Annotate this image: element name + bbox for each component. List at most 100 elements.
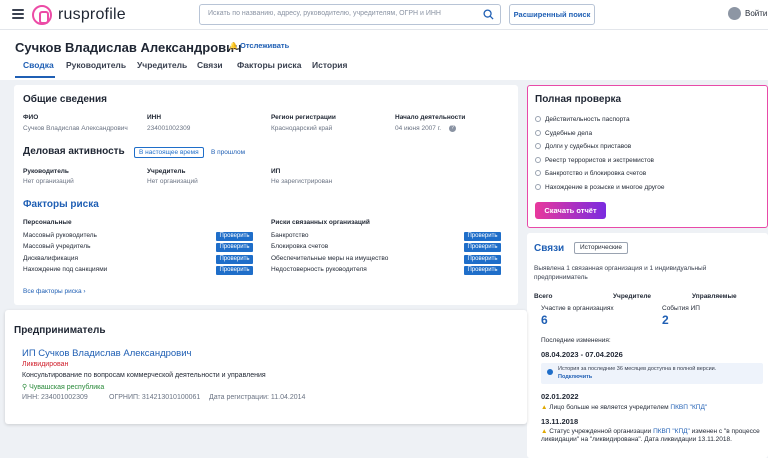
entrepreneur-reg-date: Дата регистрации: 11.04.2014 — [209, 394, 306, 401]
risk-item: Массовый руководитель — [23, 232, 97, 239]
check-button[interactable]: Проверить — [464, 255, 501, 264]
full-check-card: Полная проверка Действительность паспорт… — [527, 85, 768, 228]
check-button[interactable]: Проверить — [216, 243, 253, 252]
participation-label: Участие в организациях — [541, 305, 614, 312]
region-label: Регион регистрации — [271, 114, 336, 121]
risk-item: Недостоверность руководителя — [271, 266, 367, 273]
links-col-founder: Учредителе — [613, 293, 651, 300]
active-tab-indicator — [15, 76, 55, 78]
risk-item: Обеспечительные меры на имущество — [271, 255, 389, 262]
logo-icon[interactable] — [32, 5, 52, 25]
location-icon: ⚲ — [22, 384, 28, 391]
check-icon — [535, 170, 541, 177]
check-icon — [535, 184, 541, 191]
bell-icon: 🔔 — [229, 43, 238, 50]
track-label: Отслеживать — [240, 41, 290, 50]
region: ⚲ Чувашская республика — [22, 384, 105, 391]
menu-icon[interactable] — [12, 9, 24, 19]
check-button[interactable]: Проверить — [464, 232, 501, 241]
search-placeholder: Искать по названию, адресу, руководителю… — [208, 10, 441, 17]
check-button[interactable]: Проверить — [464, 243, 501, 252]
track-button[interactable]: 🔔 Отслеживать — [229, 41, 289, 51]
check-item: Нахождение в розыске и многое другое — [535, 184, 665, 191]
tab-head[interactable]: Руководитель — [66, 60, 126, 70]
check-item: Действительность паспорта — [535, 116, 630, 123]
personal-label: Персональные — [23, 219, 72, 226]
entrepreneur-title: Предприниматель — [14, 325, 106, 336]
entrepreneur-name-link[interactable]: ИП Сучков Владислав Александрович — [22, 348, 191, 359]
summary-card: Общие сведения ФИО Сучков Владислав Алек… — [14, 85, 518, 305]
links-col-total: Всего — [534, 293, 553, 300]
check-icon — [535, 116, 541, 123]
toggle-past[interactable]: В прошлом — [211, 149, 245, 156]
risk-item: Дисквалификация — [23, 255, 78, 262]
check-item: Банкротство и блокировка счетов — [535, 170, 646, 177]
risk-title[interactable]: Факторы риска — [23, 199, 99, 210]
related-label: Риски связанных организаций — [271, 219, 370, 226]
activity: Консультирование по вопросам коммерческо… — [22, 372, 266, 379]
inn-label: ИНН — [147, 114, 162, 121]
page-header — [0, 30, 768, 80]
page-title: Сучков Владислав Александрович — [15, 40, 242, 55]
fio-value: Сучков Владислав Александрович — [23, 125, 128, 132]
check-item: Судебные дела — [535, 130, 592, 137]
download-report-button[interactable]: Скачать отчёт — [535, 202, 606, 219]
head-value: Нет организаций — [23, 178, 74, 185]
general-title: Общие сведения — [23, 94, 107, 105]
tab-founder[interactable]: Учредитель — [137, 60, 187, 70]
advanced-search-button[interactable]: Расширенный поиск — [509, 4, 595, 25]
search-icon[interactable] — [483, 9, 494, 20]
entrepreneur-ogrnip: ОГРНИП: 314213010100061 — [109, 394, 201, 401]
check-icon — [535, 130, 541, 137]
check-button[interactable]: Проверить — [216, 232, 253, 241]
event-date: 13.11.2018 — [541, 417, 579, 426]
check-button[interactable]: Проверить — [464, 266, 501, 275]
ip-value: Не зарегистрирован — [271, 178, 333, 185]
check-item: Реестр террористов и экстремистов — [535, 157, 654, 164]
start-value: 04 июня 2007 г. — [395, 125, 442, 132]
org-link[interactable]: ПКВП "КПД" — [670, 404, 707, 411]
event-item: ▲ Лицо больше не является учредителем ПК… — [541, 404, 708, 411]
connect-link[interactable]: Подключить — [558, 374, 592, 380]
links-title[interactable]: Связи — [534, 243, 564, 254]
business-title: Деловая активность — [23, 146, 125, 157]
tab-history[interactable]: История — [312, 60, 347, 70]
check-button[interactable]: Проверить — [216, 255, 253, 264]
check-icon — [535, 143, 541, 150]
tab-risk[interactable]: Факторы риска — [237, 60, 301, 70]
search-input[interactable]: Искать по названию, адресу, руководителю… — [199, 4, 501, 25]
changes-label: Последние изменения: — [541, 337, 611, 344]
entrepreneur-card: Предприниматель ИП Сучков Владислав Алек… — [5, 310, 527, 424]
logo-text[interactable]: rusprofile — [58, 6, 126, 24]
links-card: Связи Исторические Выявлена 1 связанная … — [527, 233, 768, 458]
full-check-title: Полная проверка — [535, 94, 622, 105]
info-icon — [547, 369, 553, 375]
check-button[interactable]: Проверить — [216, 266, 253, 275]
risk-item: Блокировка счетов — [271, 243, 329, 250]
tab-summary[interactable]: Сводка — [23, 60, 54, 70]
org-link[interactable]: ПКВП "КПД" — [653, 428, 690, 435]
founder-label: Учредитель — [147, 168, 186, 175]
warning-icon: ▲ — [541, 404, 548, 411]
all-risks-link[interactable]: Все факторы риска › — [23, 288, 86, 295]
ip-events-label: События ИП — [662, 305, 700, 312]
event-item: ▲ Статус учрежденной организации ПКВП "К… — [541, 428, 760, 443]
warning-icon: ▲ — [541, 428, 548, 435]
notice-text: История за последние 36 месяцев доступна… — [558, 366, 717, 372]
user-icon[interactable] — [728, 7, 741, 20]
region-value: Краснодарский край — [271, 125, 333, 132]
head-label: Руководитель — [23, 168, 69, 175]
participation-value[interactable]: 6 — [541, 313, 548, 327]
links-description: Выявлена 1 связанная организация и 1 инд… — [534, 265, 707, 281]
tab-links[interactable]: Связи — [197, 60, 223, 70]
ip-events-value[interactable]: 2 — [662, 313, 669, 327]
toggle-now[interactable]: В настоящее время — [134, 147, 204, 158]
start-label: Начало деятельности — [395, 114, 466, 121]
check-item: Долги у судебных приставов — [535, 143, 631, 150]
links-col-managed: Управляемые — [692, 293, 737, 300]
login-link[interactable]: Войти — [745, 9, 767, 18]
info-icon[interactable]: ? — [449, 125, 456, 132]
historic-toggle[interactable]: Исторические — [574, 242, 629, 254]
risk-item: Массовый учредитель — [23, 243, 91, 250]
risk-item: Нахождение под санкциями — [23, 266, 108, 273]
